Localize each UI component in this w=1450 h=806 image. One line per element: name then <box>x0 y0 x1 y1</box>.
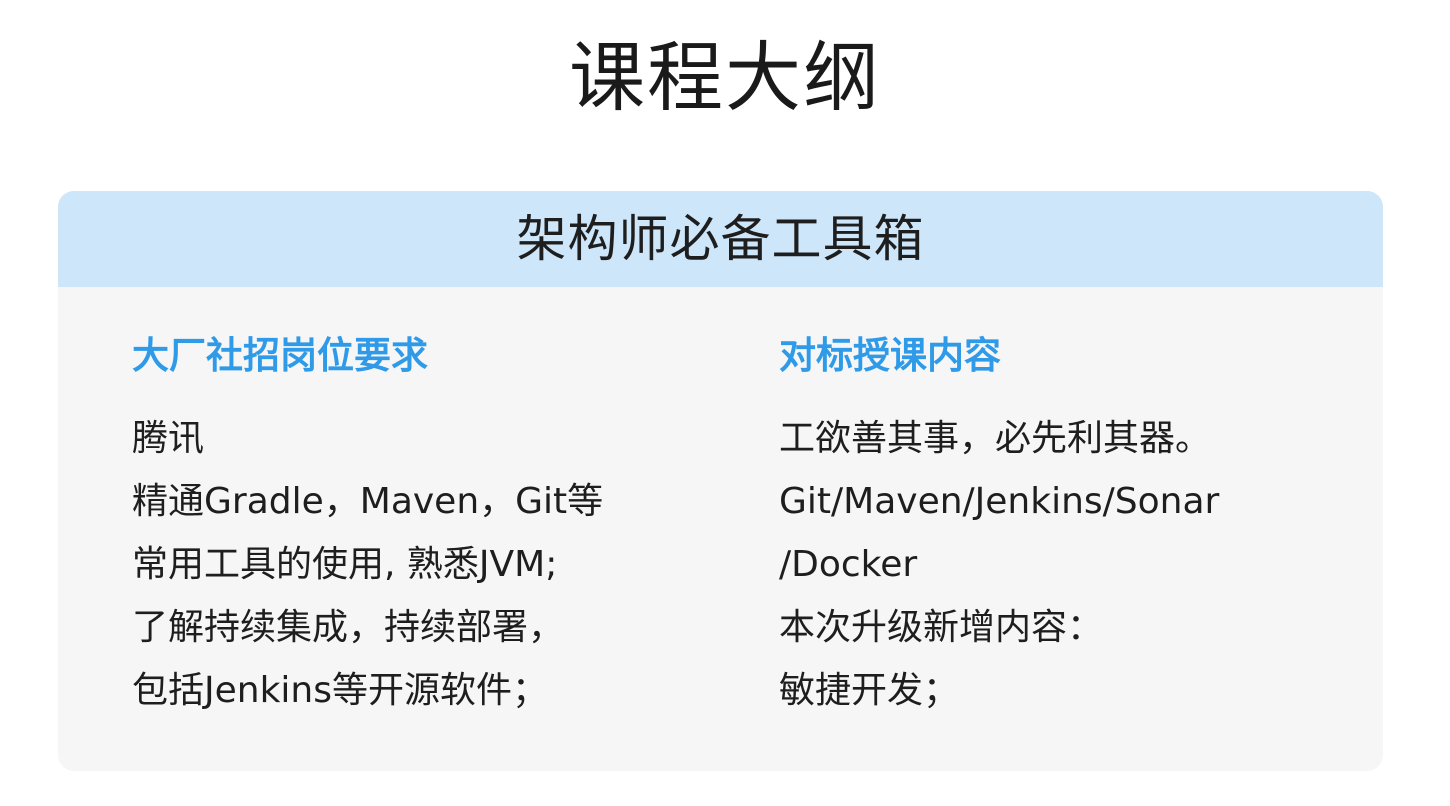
course-content-line: Git/Maven/Jenkins/Sonar <box>779 481 1220 522</box>
requirement-line: 包括Jenkins等开源软件； <box>132 670 549 711</box>
course-content-heading: 对标授课内容 <box>779 334 1001 377</box>
requirements-heading: 大厂社招岗位要求 <box>132 334 428 377</box>
course-content-line: /Docker <box>779 544 918 585</box>
card-header: 架构师必备工具箱 <box>58 191 1383 287</box>
course-content-line: 敏捷开发； <box>779 670 960 711</box>
outline-card: 架构师必备工具箱 大厂社招岗位要求 腾讯 精通Gradle，Maven，Git等… <box>58 191 1383 771</box>
requirement-line: 了解持续集成，持续部署， <box>132 607 565 648</box>
requirement-line: 腾讯 <box>132 418 205 459</box>
requirement-line: 常用工具的使用, 熟悉JVM; <box>132 544 558 585</box>
course-content-line: 本次升级新增内容： <box>779 607 1104 648</box>
requirements-column: 大厂社招岗位要求 腾讯 精通Gradle，Maven，Git等 常用工具的使用,… <box>132 331 692 722</box>
page-title: 课程大纲 <box>569 33 881 122</box>
course-content-line: 工欲善其事，必先利其器。 <box>779 418 1212 459</box>
course-content-column: 对标授课内容 工欲善其事，必先利其器。 Git/Maven/Jenkins/So… <box>779 331 1359 722</box>
requirement-line: 精通Gradle，Maven，Git等 <box>132 481 604 522</box>
